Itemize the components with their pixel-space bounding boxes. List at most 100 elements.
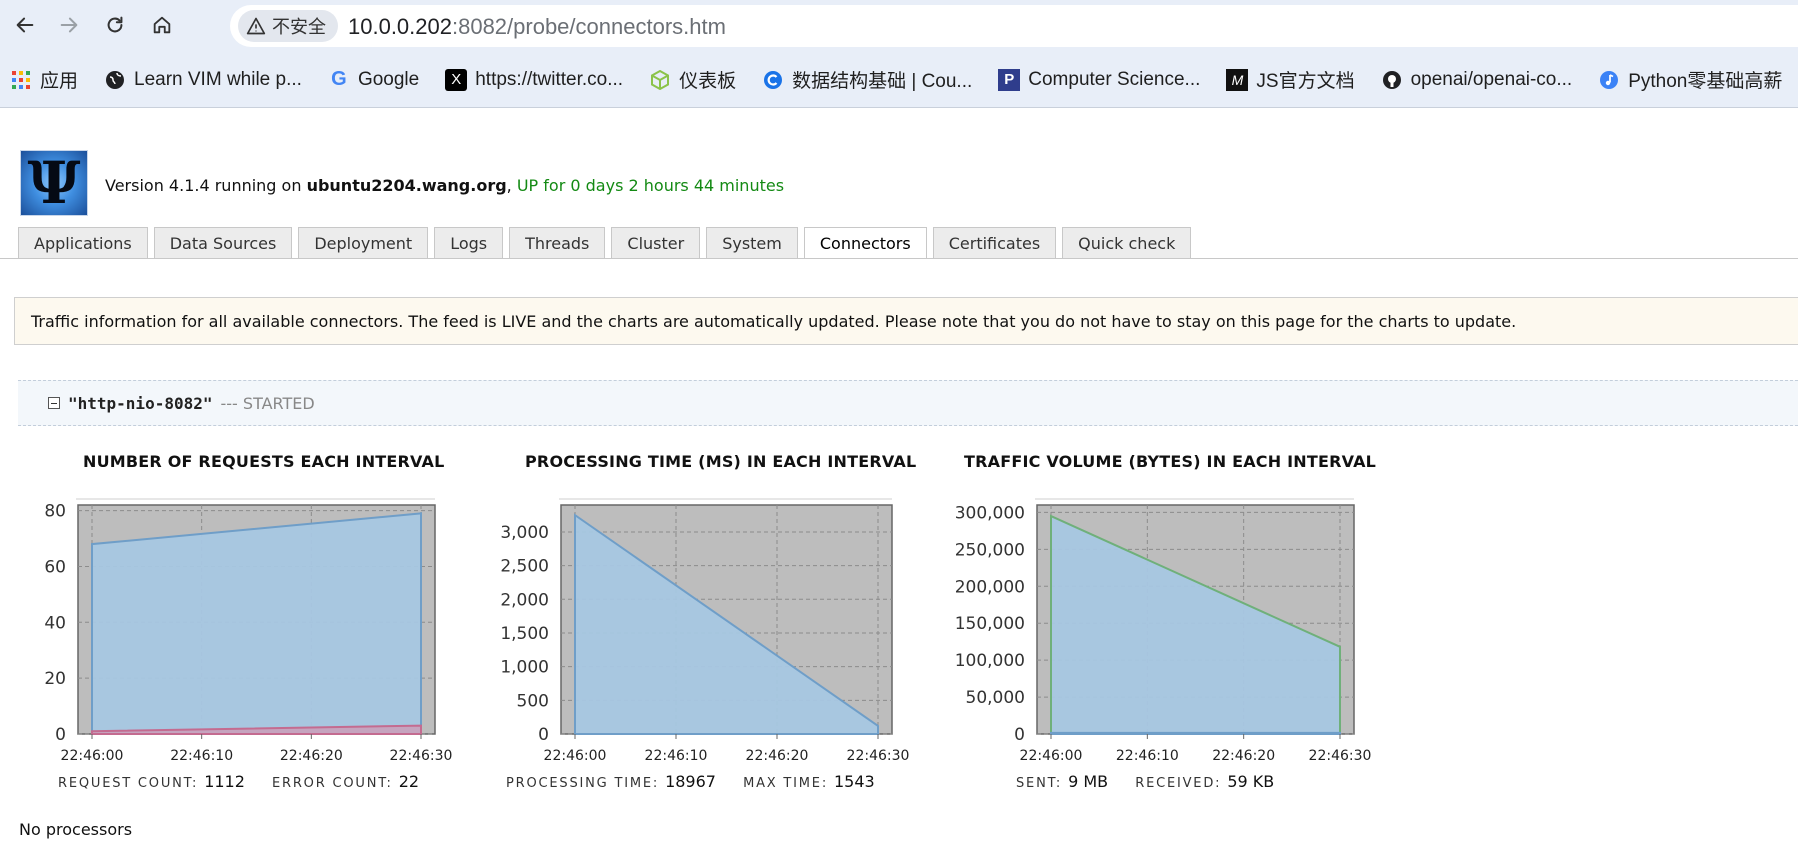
forward-arrow-icon [60, 17, 78, 33]
bookmark-label: Python零基础高薪 [1628, 71, 1783, 92]
tab-connectors[interactable]: Connectors [803, 227, 927, 259]
y-tick-label: 1,500 [500, 624, 549, 644]
traffic-chart-title: TRAFFIC VOLUME (BYTES) IN EACH INTERVAL [964, 452, 1377, 471]
m-icon: M [1226, 68, 1249, 91]
y-tick-label: 80 [44, 502, 66, 522]
bookmark-label: openai/openai-co... [1410, 68, 1573, 90]
received-label: RECEIVED: [1135, 776, 1222, 791]
bookmark-label: https://twitter.co... [475, 68, 624, 90]
x-tick-label: 22:46:10 [170, 748, 233, 764]
max-time-label: MAX TIME: [743, 776, 828, 791]
security-label: 不安全 [272, 17, 326, 37]
y-tick-label: 250,000 [955, 540, 1025, 560]
connector-status: --- STARTED [220, 393, 315, 413]
bookmark-item[interactable]: G Google [328, 68, 420, 91]
bookmark-item[interactable]: 仪表板 [649, 66, 736, 93]
processing-stats: PROCESSING TIME: 18967 MAX TIME: 1543 [506, 772, 897, 791]
bookmark-label: 应用 [40, 71, 79, 92]
tab-system[interactable]: System [706, 227, 798, 258]
home-button[interactable] [144, 7, 180, 43]
processing-time-label: PROCESSING TIME: [506, 776, 660, 791]
x-icon: X [445, 68, 468, 91]
main-tabs: Applications Data Sources Deployment Log… [18, 227, 1192, 259]
cube-icon [649, 69, 671, 91]
traffic-volume-chart: 0 50,000 100,000 150,000 200,000 250,000 300,0… [955, 498, 1371, 764]
info-message: Traffic information for all available co… [14, 297, 1798, 345]
received-value: 59 KB [1227, 772, 1275, 791]
tab-cluster[interactable]: Cluster [611, 227, 701, 258]
bookmark-label: Google [357, 68, 420, 90]
google-icon: G [331, 68, 347, 90]
x-tick-label: 22:46:00 [544, 748, 607, 764]
bookmark-label: 数据结构基础 | Cou... [792, 71, 973, 92]
url-text[interactable]: 10.0.0.202:8082/probe/connectors.htm [348, 14, 726, 40]
psi-probe-logo: Ψ [20, 150, 88, 216]
host-name: ubuntu2204.wang.org [306, 176, 507, 195]
max-time-value: 1543 [834, 772, 875, 791]
y-tick-label: 2,500 [500, 557, 549, 577]
y-tick-label: 500 [517, 691, 549, 711]
y-tick-label: 0 [55, 725, 66, 745]
url-host: 10.0.0.202 [348, 14, 452, 39]
error-count-label: ERROR COUNT: [272, 776, 393, 791]
error-count-value: 22 [398, 772, 420, 791]
x-tick-label: 22:46:20 [1212, 748, 1275, 764]
url-path: :8082/probe/connectors.htm [451, 14, 726, 39]
home-icon [153, 16, 171, 34]
uptime-text: UP for 0 days 2 hours 44 minutes [516, 176, 785, 195]
forward-button[interactable] [51, 7, 87, 43]
bookmark-item[interactable]: openai/openai-co... [1381, 68, 1573, 91]
bookmark-label: JS官方文档 [1256, 71, 1355, 92]
y-tick-label: 0 [1014, 725, 1025, 745]
bookmark-item[interactable]: 应用 [10, 66, 78, 93]
sent-value: 9 MB [1068, 772, 1109, 791]
collapse-toggle-icon[interactable] [48, 397, 60, 409]
request-count-value: 1112 [204, 772, 245, 791]
x-tick-label: 22:46:30 [847, 748, 910, 764]
globe-icon [104, 69, 126, 91]
processing-chart-title: PROCESSING TIME (MS) IN EACH INTERVAL [525, 452, 917, 471]
sent-label: SENT: [1016, 776, 1063, 791]
x-tick-label: 22:46:20 [746, 748, 809, 764]
y-tick-label: 20 [44, 669, 66, 689]
security-chip[interactable]: 不安全 [238, 10, 338, 42]
y-tick-label: 60 [44, 557, 66, 577]
bookmark-item[interactable]: X https://twitter.co... [445, 68, 624, 91]
tab-quick-check[interactable]: Quick check [1062, 227, 1192, 258]
back-button[interactable] [7, 7, 43, 43]
omnibox[interactable]: 不安全 10.0.0.202:8082/probe/connectors.htm [230, 5, 1798, 47]
x-tick-label: 22:46:00 [61, 748, 124, 764]
y-tick-label: 2,000 [500, 590, 549, 610]
bookmark-label: Computer Science... [1028, 68, 1201, 90]
x-tick-label: 22:46:10 [645, 748, 708, 764]
address-bar-area: 不安全 10.0.0.202:8082/probe/connectors.htm [0, 0, 1798, 52]
version-text: Version 4.1.4 running on [105, 176, 307, 195]
bookmark-label: 仪表板 [679, 71, 737, 92]
tab-logs[interactable]: Logs [434, 227, 504, 258]
bookmark-item[interactable]: M JS官方文档 [1226, 66, 1355, 93]
processing-time-value: 18967 [665, 772, 716, 791]
bookmark-label: Learn VIM while p... [134, 68, 302, 90]
x-tick-label: 22:46:10 [1116, 748, 1179, 764]
bookmark-item[interactable]: Python零基础高薪 [1598, 66, 1782, 93]
bookmark-item[interactable]: P Computer Science... [998, 68, 1201, 91]
bookmark-item[interactable]: 数据结构基础 | Cou... [762, 66, 972, 93]
bookmark-item[interactable]: Learn VIM while p... [104, 69, 302, 91]
no-processors-text: No processors [19, 820, 133, 839]
tab-deployment[interactable]: Deployment [298, 227, 429, 258]
y-tick-label: 100,000 [955, 651, 1025, 671]
connector-header[interactable]: "http-nio-8082" --- STARTED [18, 380, 1798, 426]
x-tick-label: 22:46:30 [1309, 748, 1372, 764]
tab-data-sources[interactable]: Data Sources [153, 227, 293, 258]
processing-time-chart: 0 500 1,000 1,500 2,000 2,500 3,000 22:46:00 22:… [500, 498, 909, 764]
y-tick-label: 300,000 [955, 503, 1025, 523]
reload-button[interactable] [97, 7, 133, 43]
x-tick-label: 22:46:00 [1020, 748, 1083, 764]
github-icon [1381, 69, 1403, 91]
tab-certificates[interactable]: Certificates [932, 227, 1057, 258]
tab-applications[interactable]: Applications [18, 227, 148, 258]
bookmarks-bar: 应用 Learn VIM while p... G Google X https… [0, 52, 1798, 108]
requests-chart: 0 20 40 60 80 22:46:00 22:46:10 22:46:20 22:46:3… [44, 498, 452, 764]
tab-threads[interactable]: Threads [509, 227, 606, 258]
y-tick-label: 150,000 [955, 614, 1025, 634]
